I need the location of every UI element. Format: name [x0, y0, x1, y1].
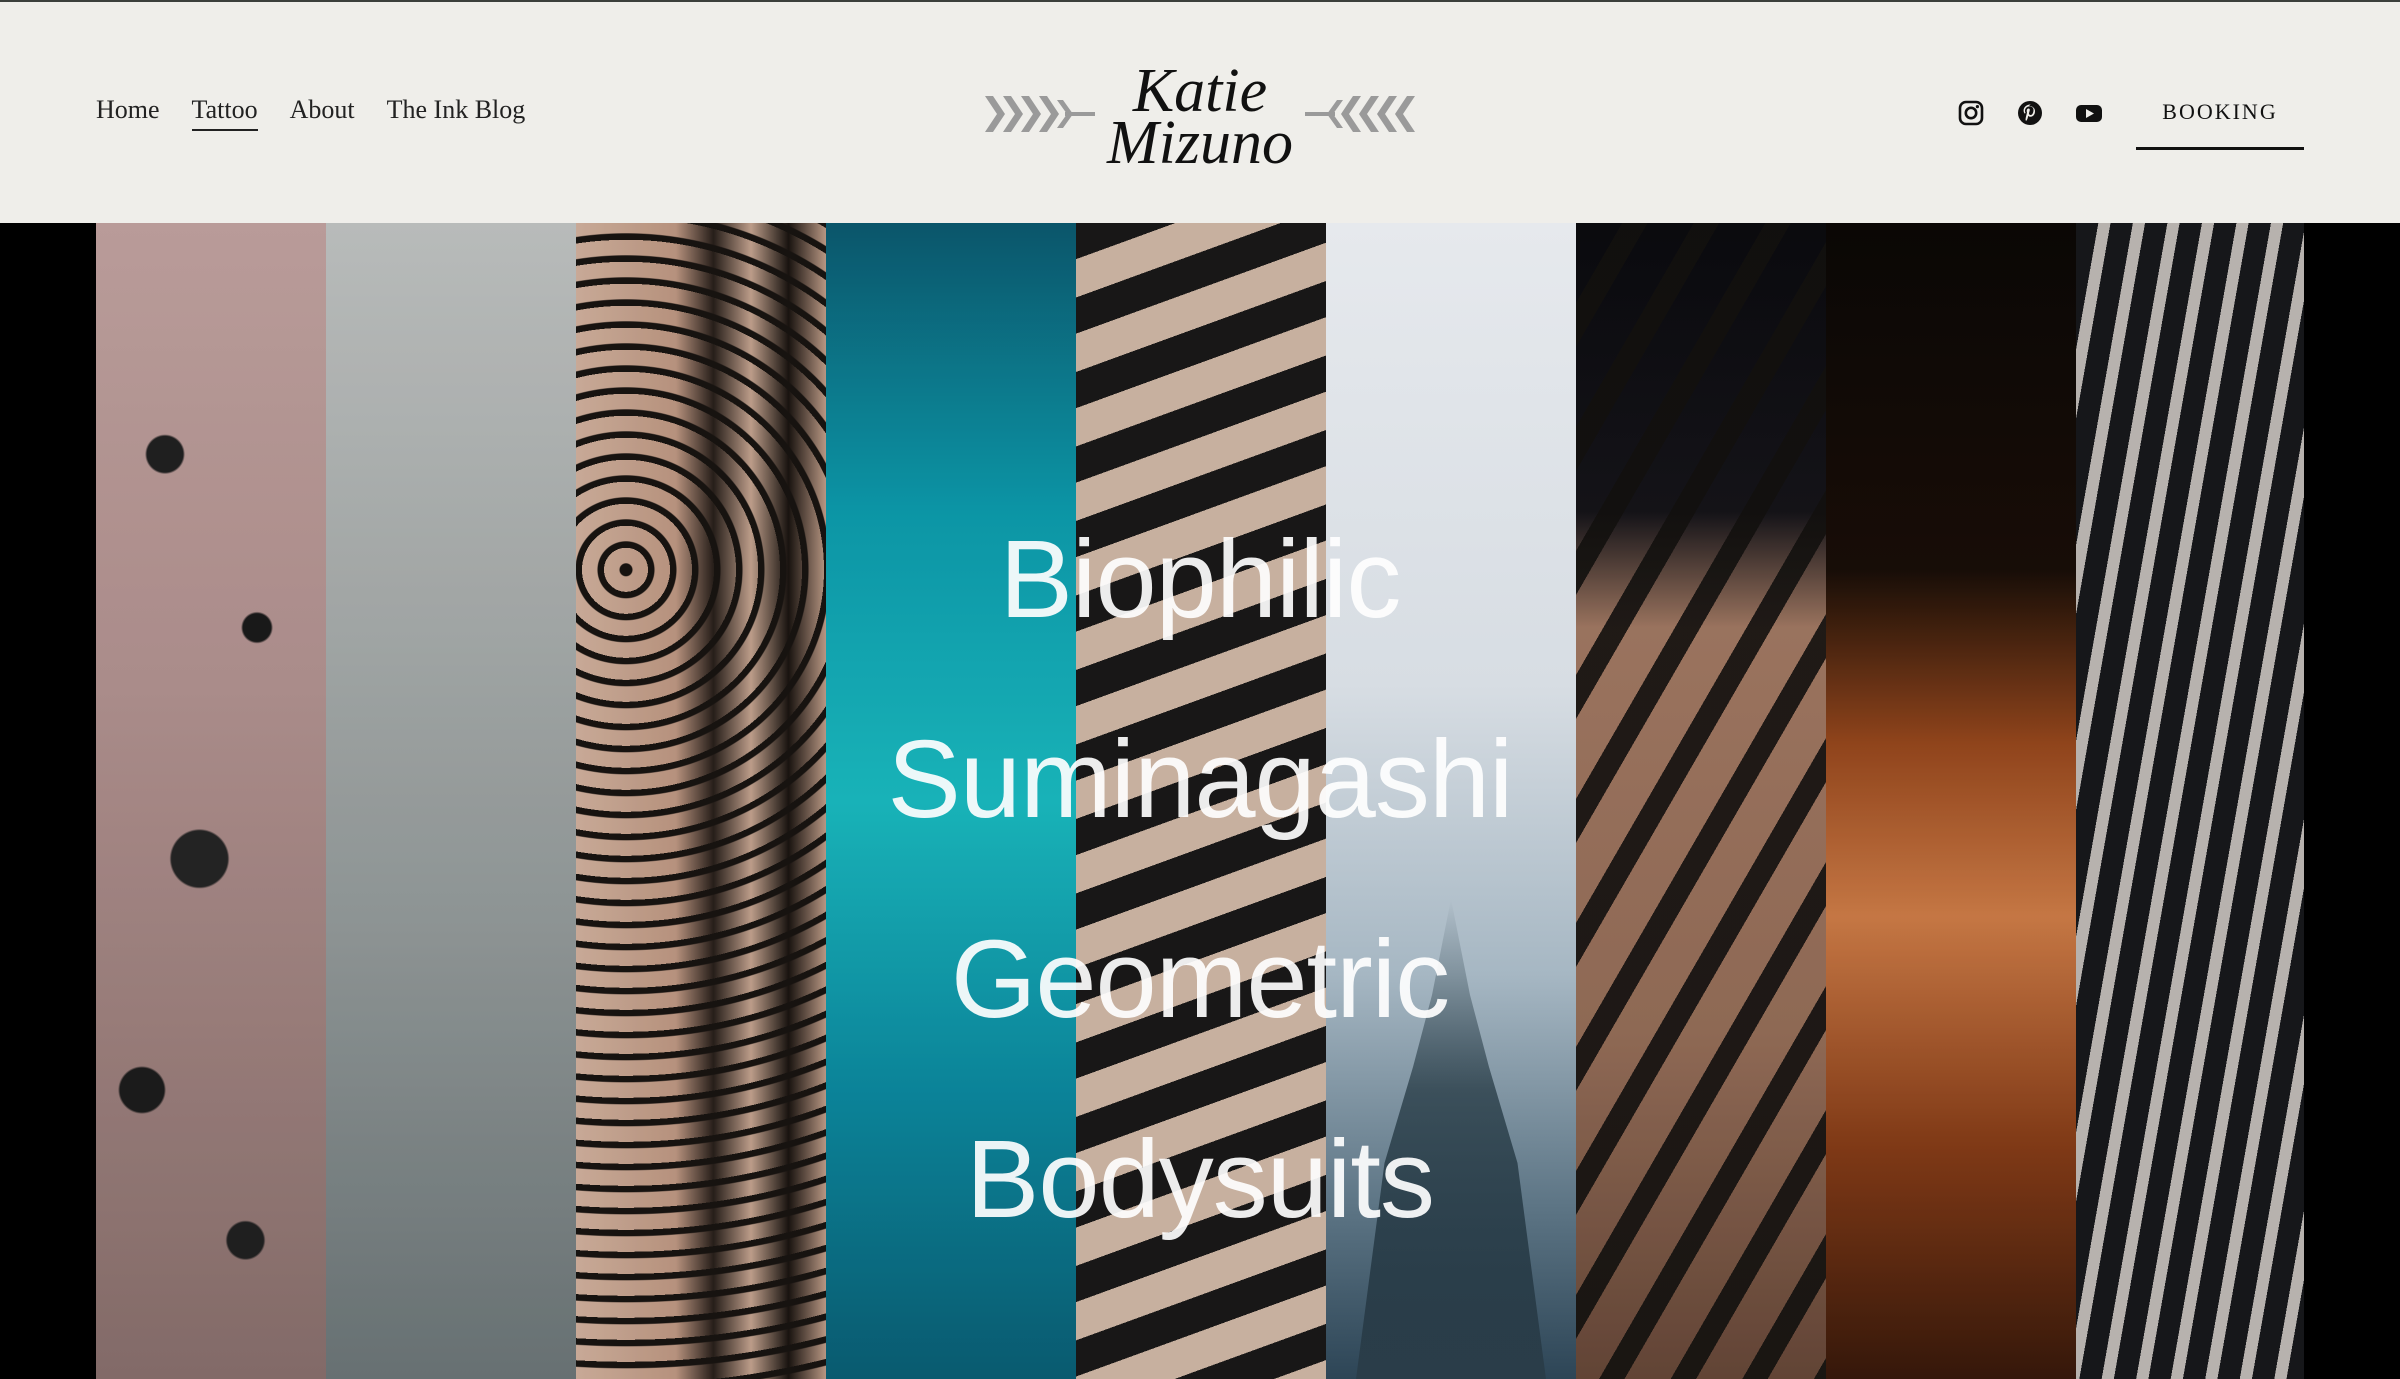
- style-link-biophilic[interactable]: Biophilic: [0, 525, 2400, 635]
- style-link-suminagashi[interactable]: Suminagashi: [0, 725, 2400, 835]
- youtube-icon[interactable]: [2073, 97, 2105, 129]
- hero-gallery: Biophilic Suminagashi Geometric Bodysuit…: [0, 223, 2400, 1379]
- social-links: [1955, 97, 2105, 129]
- instagram-icon[interactable]: [1955, 97, 1987, 129]
- nav-ink-blog[interactable]: The Ink Blog: [387, 95, 526, 131]
- site-header: Home Tattoo About The Ink Blog Katie Miz…: [0, 0, 2400, 223]
- main-nav: Home Tattoo About The Ink Blog: [96, 95, 525, 131]
- site-logo[interactable]: Katie Mizuno: [985, 54, 1415, 174]
- nav-home[interactable]: Home: [96, 95, 160, 131]
- nav-about[interactable]: About: [290, 95, 355, 131]
- right-arrow-ornament-icon: [1305, 96, 1415, 132]
- style-link-geometric[interactable]: Geometric: [0, 925, 2400, 1035]
- booking-button[interactable]: BOOKING: [2136, 92, 2304, 150]
- style-link-bodysuits[interactable]: Bodysuits: [0, 1125, 2400, 1235]
- pinterest-icon[interactable]: [2014, 97, 2046, 129]
- page: Home Tattoo About The Ink Blog Katie Miz…: [0, 0, 2400, 1379]
- nav-tattoo[interactable]: Tattoo: [191, 95, 258, 131]
